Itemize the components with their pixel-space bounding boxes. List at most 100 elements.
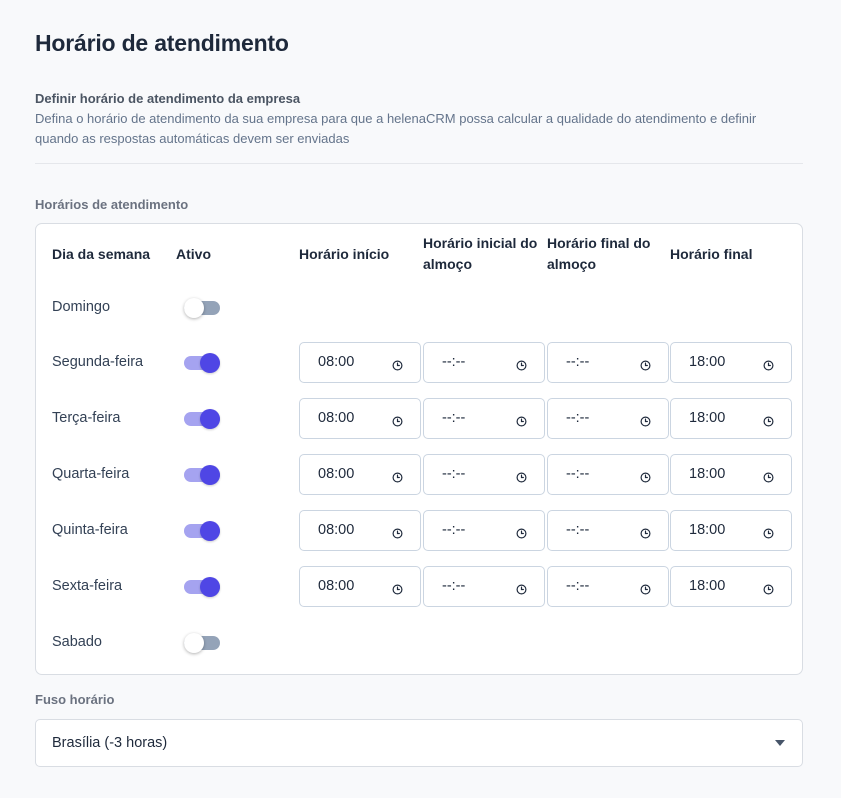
column-header-active: Ativo: [176, 246, 211, 262]
start-time-input[interactable]: 08:00: [299, 510, 421, 551]
clock-icon[interactable]: [516, 582, 527, 595]
time-value: --:--: [566, 354, 590, 370]
day-name: Quinta-feira: [52, 522, 128, 538]
time-value: 18:00: [689, 466, 726, 482]
time-value: 08:00: [318, 354, 355, 370]
time-value: --:--: [566, 522, 590, 538]
timezone-value: Brasília (-3 horas): [52, 735, 168, 751]
time-value: --:--: [566, 466, 590, 482]
timezone-label: Fuso horário: [35, 692, 115, 707]
lunch-end-time-input[interactable]: --:--: [547, 566, 669, 607]
day-name: Terça-feira: [52, 410, 121, 426]
time-value: --:--: [566, 410, 590, 426]
end-time-input[interactable]: 18:00: [670, 510, 792, 551]
lunch-end-time-input[interactable]: --:--: [547, 454, 669, 495]
end-time-input[interactable]: 18:00: [670, 566, 792, 607]
schedule-row: Quinta-feira 08:00 --:-- --:-- 18:00: [36, 510, 802, 552]
lunch-start-time-input[interactable]: --:--: [423, 342, 545, 383]
lunch-end-time-input[interactable]: --:--: [547, 342, 669, 383]
toggle-knob: [200, 465, 220, 485]
clock-icon[interactable]: [392, 470, 403, 483]
timezone-select[interactable]: Brasília (-3 horas): [35, 719, 803, 767]
divider: [35, 163, 803, 164]
start-time-input[interactable]: 08:00: [299, 566, 421, 607]
time-value: --:--: [442, 578, 466, 594]
column-header-lunch-start: Horário inicial do almoço: [423, 235, 538, 272]
lunch-start-time-input[interactable]: --:--: [423, 454, 545, 495]
time-value: 18:00: [689, 522, 726, 538]
toggle-knob: [200, 353, 220, 373]
section-subtitle: Definir horário de atendimento da empres…: [35, 91, 301, 106]
clock-icon[interactable]: [640, 582, 651, 595]
clock-icon[interactable]: [516, 526, 527, 539]
toggle-knob: [184, 633, 204, 653]
start-time-input[interactable]: 08:00: [299, 342, 421, 383]
clock-icon[interactable]: [763, 414, 774, 427]
schedule-row: Sexta-feira 08:00 --:-- --:-- 18:00: [36, 566, 802, 608]
clock-icon[interactable]: [763, 582, 774, 595]
toggle-knob: [184, 298, 204, 318]
clock-icon[interactable]: [392, 526, 403, 539]
time-value: 18:00: [689, 578, 726, 594]
clock-icon[interactable]: [392, 414, 403, 427]
clock-icon[interactable]: [640, 414, 651, 427]
time-value: --:--: [442, 522, 466, 538]
schedule-row: Sabado: [36, 622, 802, 664]
clock-icon[interactable]: [516, 470, 527, 483]
lunch-start-time-input[interactable]: --:--: [423, 566, 545, 607]
column-header-start: Horário início: [299, 246, 390, 262]
clock-icon[interactable]: [516, 414, 527, 427]
lunch-end-time-input[interactable]: --:--: [547, 398, 669, 439]
time-value: --:--: [442, 354, 466, 370]
toggle-knob: [200, 521, 220, 541]
active-toggle[interactable]: [184, 409, 220, 429]
clock-icon[interactable]: [763, 470, 774, 483]
schedule-row: Segunda-feira 08:00 --:-- --:-- 18:00: [36, 342, 802, 384]
clock-icon[interactable]: [640, 526, 651, 539]
time-value: --:--: [442, 466, 466, 482]
toggle-knob: [200, 577, 220, 597]
clock-icon[interactable]: [392, 358, 403, 371]
active-toggle[interactable]: [184, 465, 220, 485]
day-name: Sexta-feira: [52, 578, 123, 594]
lunch-end-time-input[interactable]: --:--: [547, 510, 669, 551]
section-description: Defina o horário de atendimento da sua e…: [35, 111, 757, 146]
clock-icon[interactable]: [392, 582, 403, 595]
day-name: Segunda-feira: [52, 354, 144, 370]
section-header: Definir horário de atendimento da empres…: [35, 90, 805, 148]
lunch-start-time-input[interactable]: --:--: [423, 510, 545, 551]
day-name: Quarta-feira: [52, 466, 130, 482]
schedule-label: Horários de atendimento: [35, 197, 189, 212]
end-time-input[interactable]: 18:00: [670, 454, 792, 495]
lunch-start-time-input[interactable]: --:--: [423, 398, 545, 439]
chevron-down-icon: [775, 740, 785, 746]
time-value: --:--: [442, 410, 466, 426]
end-time-input[interactable]: 18:00: [670, 342, 792, 383]
time-value: 18:00: [689, 410, 726, 426]
time-value: 08:00: [318, 578, 355, 594]
start-time-input[interactable]: 08:00: [299, 398, 421, 439]
active-toggle[interactable]: [184, 633, 220, 653]
clock-icon[interactable]: [640, 358, 651, 371]
time-value: 08:00: [318, 410, 355, 426]
schedule-table: Dia da semana Ativo Horário início Horár…: [35, 223, 803, 675]
active-toggle[interactable]: [184, 353, 220, 373]
time-value: 08:00: [318, 522, 355, 538]
clock-icon[interactable]: [516, 358, 527, 371]
end-time-input[interactable]: 18:00: [670, 398, 792, 439]
day-name: Domingo: [52, 299, 111, 315]
time-value: 18:00: [689, 354, 726, 370]
time-value: --:--: [566, 578, 590, 594]
schedule-row: Terça-feira 08:00 --:-- --:-- 18:00: [36, 398, 802, 440]
active-toggle[interactable]: [184, 298, 220, 318]
toggle-knob: [200, 409, 220, 429]
active-toggle[interactable]: [184, 521, 220, 541]
clock-icon[interactable]: [763, 358, 774, 371]
active-toggle[interactable]: [184, 577, 220, 597]
time-value: 08:00: [318, 466, 355, 482]
column-header-day: Dia da semana: [52, 246, 151, 262]
start-time-input[interactable]: 08:00: [299, 454, 421, 495]
clock-icon[interactable]: [763, 526, 774, 539]
day-name: Sabado: [52, 634, 102, 650]
clock-icon[interactable]: [640, 470, 651, 483]
